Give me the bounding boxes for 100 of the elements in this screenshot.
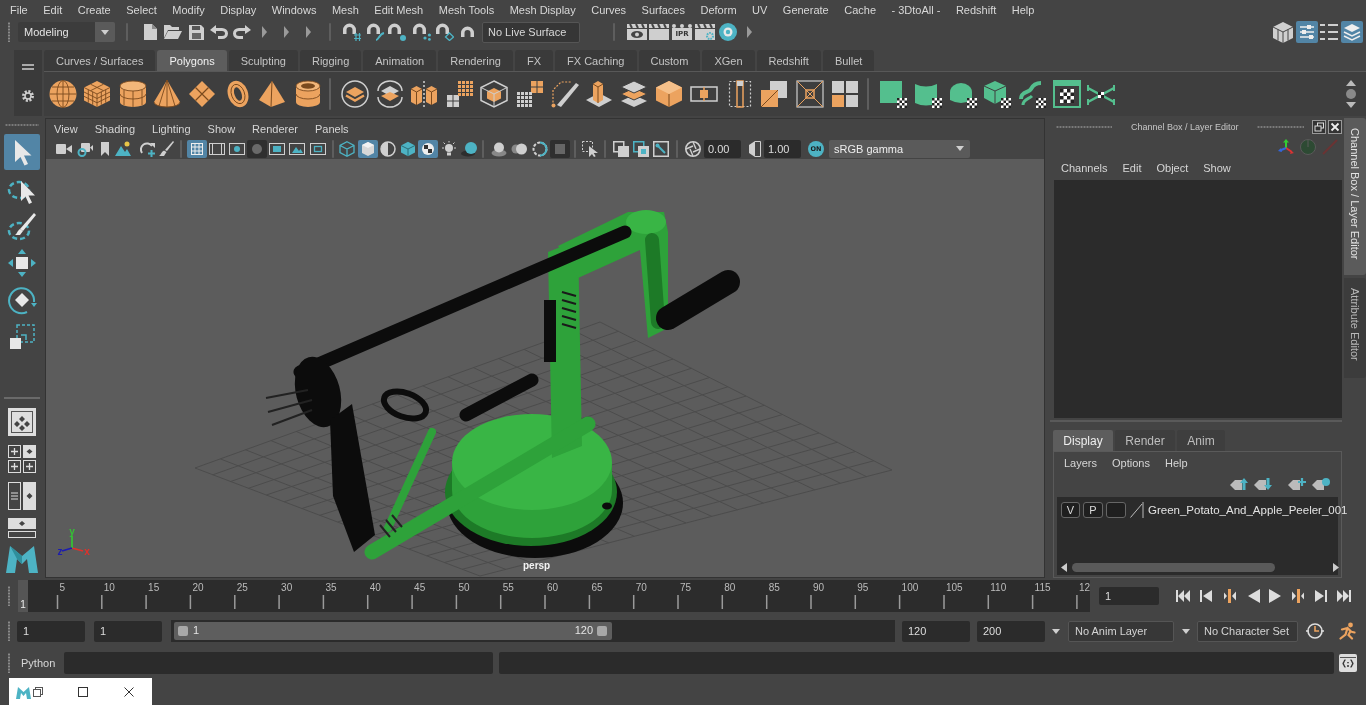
square-checker-icon[interactable] — [879, 80, 907, 108]
vertical-edge-icon[interactable] — [726, 80, 754, 108]
plane-icon[interactable] — [188, 80, 216, 108]
move-tool-icon[interactable] — [7, 248, 37, 278]
tag-down-arrow-icon[interactable] — [1254, 477, 1272, 491]
shelf-tab[interactable]: FX Caching — [555, 50, 637, 71]
magnet-curve-icon[interactable] — [367, 23, 385, 41]
command-input[interactable] — [64, 652, 494, 674]
menu-item[interactable]: Channels — [1061, 162, 1108, 174]
drag-handle[interactable] — [7, 22, 11, 42]
menu-item[interactable]: Shading — [94, 122, 136, 135]
menu-item[interactable]: UV — [752, 4, 768, 16]
current-frame-field[interactable]: 1 — [1099, 587, 1159, 605]
mountain-image-icon[interactable] — [115, 140, 131, 157]
menu-item[interactable]: Mesh Display — [509, 4, 576, 16]
split-square-icon[interactable] — [760, 80, 788, 108]
shelf-tab[interactable]: XGen — [702, 50, 755, 71]
list-icon[interactable] — [1318, 21, 1340, 43]
skip-to-end-icon[interactable] — [1337, 590, 1351, 602]
pipe-icon[interactable] — [294, 80, 322, 108]
app-logo-icon[interactable] — [6, 543, 38, 573]
caret-right-icon[interactable] — [305, 26, 311, 38]
caret-down-icon[interactable] — [101, 29, 109, 35]
camera-gear-icon[interactable] — [77, 140, 93, 157]
paint-select-icon[interactable] — [7, 212, 37, 242]
layers-circle-icon[interactable] — [341, 80, 369, 108]
menu-item[interactable]: Cache — [844, 4, 876, 16]
light-bulb-icon[interactable] — [441, 140, 457, 157]
cube-icon[interactable] — [83, 80, 111, 108]
side-tab[interactable]: Attribute Editor — [1344, 278, 1366, 378]
cube-icon[interactable] — [1272, 21, 1294, 43]
square-tile-icon[interactable] — [550, 139, 570, 158]
axes-icon[interactable] — [1278, 139, 1294, 155]
shadow-sphere-icon[interactable] — [461, 140, 477, 157]
skip-to-start-icon[interactable] — [1176, 590, 1190, 602]
menu-item[interactable]: Select — [126, 4, 157, 16]
sphere-icon[interactable] — [49, 80, 77, 108]
gamma-field[interactable]: 1.00 — [764, 139, 801, 158]
caret-right-icon[interactable] — [261, 26, 267, 38]
menu-item[interactable]: Mesh Tools — [438, 4, 495, 16]
framed-diagonal-icon[interactable] — [653, 140, 669, 157]
subdivided-grid-icon[interactable] — [446, 80, 474, 108]
dot-icon[interactable] — [1346, 89, 1356, 99]
time-slider[interactable]: 1 5 10 15 20 25 30 35 40 45 50 55 60 65 70 75 80 85 90 95 100 105 110 115 12 — [18, 580, 1090, 612]
caret-down-icon[interactable] — [1182, 628, 1190, 634]
layer-name[interactable]: Green_Potato_And_Apple_Peeler_001 — [1148, 504, 1348, 516]
menu-item[interactable]: Options — [1112, 457, 1150, 469]
character-set-dropdown[interactable]: No Character Set — [1197, 620, 1298, 642]
restore-icon[interactable] — [33, 686, 43, 697]
new-file-icon[interactable] — [143, 24, 157, 40]
clock-arrows-icon[interactable] — [1306, 622, 1324, 640]
dashed-select-icon[interactable] — [582, 140, 598, 157]
close-icon[interactable] — [124, 686, 134, 697]
overlapping-squares-icon[interactable] — [613, 140, 629, 157]
curved-arrows-icon[interactable] — [139, 140, 155, 157]
menu-item[interactable]: Help — [1164, 457, 1188, 469]
menu-item[interactable]: Panels — [314, 122, 349, 135]
brush-icon[interactable] — [158, 140, 174, 157]
drag-handle[interactable] — [7, 653, 11, 673]
close-icon[interactable] — [1328, 120, 1342, 134]
layer-color-swatch[interactable] — [1106, 502, 1126, 518]
grid-squares-icon[interactable] — [516, 80, 544, 108]
magnet-icon[interactable] — [460, 26, 474, 38]
solid-cube-icon[interactable] — [358, 139, 378, 158]
cylinder-icon[interactable] — [119, 80, 147, 108]
caret-down-icon[interactable] — [1052, 628, 1060, 634]
mirror-boxes-icon[interactable] — [410, 80, 438, 108]
framed-box-icon[interactable] — [269, 140, 285, 157]
menu-item[interactable]: Layers — [1064, 457, 1098, 469]
menu-item[interactable]: Surfaces — [641, 4, 685, 16]
magnet-plane-icon[interactable] — [436, 23, 454, 41]
menu-item[interactable]: Lighting — [152, 122, 191, 135]
clapperboard-icon[interactable] — [649, 24, 669, 40]
half-filled-circle-icon[interactable] — [380, 140, 396, 157]
range-slider[interactable]: 1 120 — [171, 620, 895, 642]
menu-item[interactable]: Redshift — [955, 4, 997, 16]
viewport-canvas[interactable]: persp x y z — [46, 159, 1044, 577]
scale-tool-icon[interactable] — [7, 322, 37, 352]
menu-item[interactable]: View — [54, 122, 78, 135]
range-bar[interactable] — [174, 622, 612, 640]
language-label[interactable]: Python — [21, 657, 56, 669]
maximize-icon[interactable] — [78, 686, 88, 697]
menu-item[interactable]: Show — [207, 122, 236, 135]
scrollbar-thumb[interactable] — [1072, 562, 1275, 572]
cube-outline-icon[interactable] — [480, 80, 508, 108]
range-handle[interactable] — [597, 626, 607, 636]
menu-item[interactable]: Create — [77, 4, 111, 16]
framed-square-icon[interactable] — [310, 140, 326, 157]
range-handle[interactable] — [178, 626, 188, 636]
live-surface-field[interactable]: No Live Surface — [482, 21, 580, 43]
previous-key-icon[interactable] — [1224, 589, 1236, 603]
save-icon[interactable] — [188, 24, 204, 40]
tag-plus-icon[interactable] — [1288, 477, 1306, 491]
drag-handle[interactable] — [1056, 125, 1112, 129]
menu-item[interactable]: Generate — [782, 4, 829, 16]
menu-item[interactable]: Deform — [700, 4, 737, 16]
select-tool-icon[interactable] — [4, 134, 40, 170]
tag-up-arrow-icon[interactable] — [1230, 477, 1248, 491]
drag-handle[interactable] — [7, 621, 11, 641]
current-frame-marker[interactable]: 1 — [18, 580, 28, 612]
